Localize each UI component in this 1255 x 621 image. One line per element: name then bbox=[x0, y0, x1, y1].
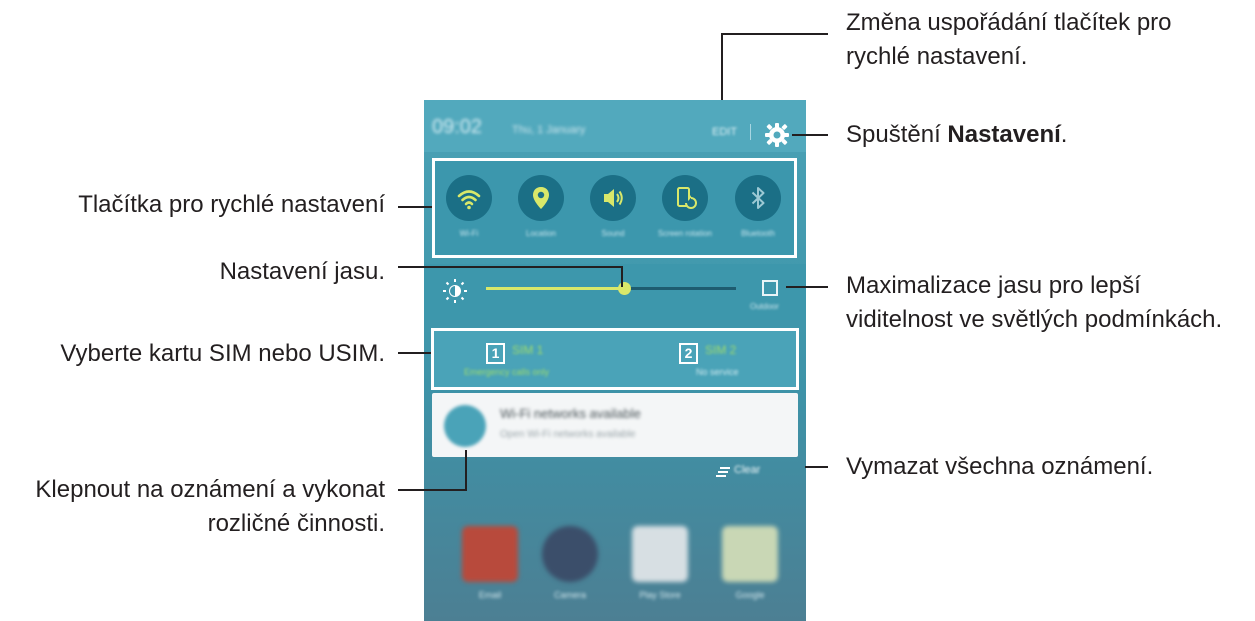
sim1-badge[interactable]: 1 bbox=[486, 343, 505, 364]
sim2-name[interactable]: SIM 2 bbox=[705, 343, 736, 357]
bluetooth-icon bbox=[751, 187, 765, 209]
clock: 09:02 bbox=[432, 116, 483, 138]
callout-notification-line1: Klepnout na oznámení a vykonat bbox=[35, 476, 385, 503]
callout-settings-bold: Nastavení bbox=[947, 121, 1061, 148]
status-bar: 09:02 Thu, 1 January EDIT bbox=[424, 100, 806, 152]
screen-rotation-button[interactable] bbox=[662, 175, 708, 221]
brightness-row: Outdoor bbox=[424, 264, 806, 320]
clear-all-icon bbox=[716, 467, 730, 477]
sound-button[interactable] bbox=[590, 175, 636, 221]
screen-rotation-icon bbox=[677, 187, 697, 209]
outdoor-label: Outdoor bbox=[750, 302, 779, 311]
sim1-name[interactable]: SIM 1 bbox=[512, 343, 543, 357]
callout-settings-suffix: . bbox=[1060, 121, 1068, 148]
wifi-icon bbox=[457, 190, 481, 210]
callout-notification: Klepnout na oznámení a vykonat rozličné … bbox=[35, 473, 385, 541]
callout-settings-prefix: Spuštění bbox=[846, 121, 948, 148]
qs-label-location: Location bbox=[525, 229, 557, 238]
brightness-thumb[interactable] bbox=[617, 282, 631, 295]
app-email-icon[interactable] bbox=[462, 526, 518, 582]
callout-outdoor: Maximalizace jasu pro lepší viditelnost … bbox=[846, 269, 1222, 337]
sim2-status: No service bbox=[696, 367, 739, 377]
qs-label-bluetooth: Bluetooth bbox=[741, 229, 775, 238]
quick-settings-panel: Wi-Fi Location Sound Screen rotation Blu… bbox=[432, 158, 797, 258]
notification-subtitle: Open Wi-Fi networks available bbox=[500, 429, 636, 440]
callout-rearrange: Změna uspořádání tlačítek pro rychlé nas… bbox=[846, 6, 1172, 74]
edit-button[interactable]: EDIT bbox=[712, 126, 737, 138]
qs-label-sound: Sound bbox=[601, 229, 625, 238]
callout-sim: Vyberte kartu SIM nebo USIM. bbox=[60, 340, 385, 367]
callout-quick-buttons: Tlačítka pro rychlé nastavení bbox=[78, 191, 385, 218]
gear-icon[interactable] bbox=[764, 122, 790, 148]
qs-label-rotation: Screen rotation bbox=[657, 229, 713, 238]
notification-card[interactable]: Wi-Fi networks available Open Wi-Fi netw… bbox=[432, 393, 798, 457]
qs-label-wifi: Wi-Fi bbox=[459, 229, 479, 238]
app-label-camera: Camera bbox=[553, 590, 586, 600]
app-label-play-store: Play Store bbox=[639, 590, 681, 600]
app-label-email: Email bbox=[478, 590, 502, 600]
sim1-status: Emergency calls only bbox=[464, 367, 550, 377]
notification-title: Wi-Fi networks available bbox=[500, 406, 641, 421]
app-label-google: Google bbox=[735, 590, 765, 600]
app-play-store-icon[interactable] bbox=[632, 526, 688, 582]
app-google-folder-icon[interactable] bbox=[722, 526, 778, 582]
clear-button[interactable]: Clear bbox=[734, 464, 760, 476]
sim-panel: 1 SIM 1 Emergency calls only 2 SIM 2 No … bbox=[431, 328, 799, 390]
phone-screen: 09:02 Thu, 1 January EDIT Wi-Fi Location… bbox=[424, 100, 806, 621]
callout-rearrange-line1: Změna uspořádání tlačítek pro bbox=[846, 9, 1172, 36]
callout-clear: Vymazat všechna oznámení. bbox=[846, 453, 1154, 480]
callout-settings: Spuštění Nastavení. bbox=[846, 118, 1067, 152]
sound-icon bbox=[604, 189, 623, 207]
location-button[interactable] bbox=[518, 175, 564, 221]
location-icon bbox=[533, 187, 549, 209]
brightness-icon bbox=[443, 279, 467, 303]
divider bbox=[750, 124, 751, 140]
wifi-notification-icon bbox=[444, 405, 486, 447]
callout-outdoor-line2: viditelnost ve světlých podmínkách. bbox=[846, 306, 1223, 333]
brightness-slider[interactable] bbox=[486, 282, 736, 295]
app-camera-icon[interactable] bbox=[542, 526, 598, 582]
bluetooth-button[interactable] bbox=[735, 175, 781, 221]
callout-brightness: Nastavení jasu. bbox=[219, 258, 385, 285]
brightness-fill bbox=[486, 287, 624, 290]
sim2-badge[interactable]: 2 bbox=[679, 343, 698, 364]
callout-outdoor-line1: Maximalizace jasu pro lepší bbox=[846, 272, 1141, 299]
callout-notification-line2: rozličné činnosti. bbox=[207, 510, 385, 537]
callout-rearrange-line2: rychlé nastavení. bbox=[846, 43, 1028, 70]
outdoor-checkbox[interactable] bbox=[762, 280, 778, 296]
wifi-button[interactable] bbox=[446, 175, 492, 221]
date: Thu, 1 January bbox=[512, 124, 586, 136]
